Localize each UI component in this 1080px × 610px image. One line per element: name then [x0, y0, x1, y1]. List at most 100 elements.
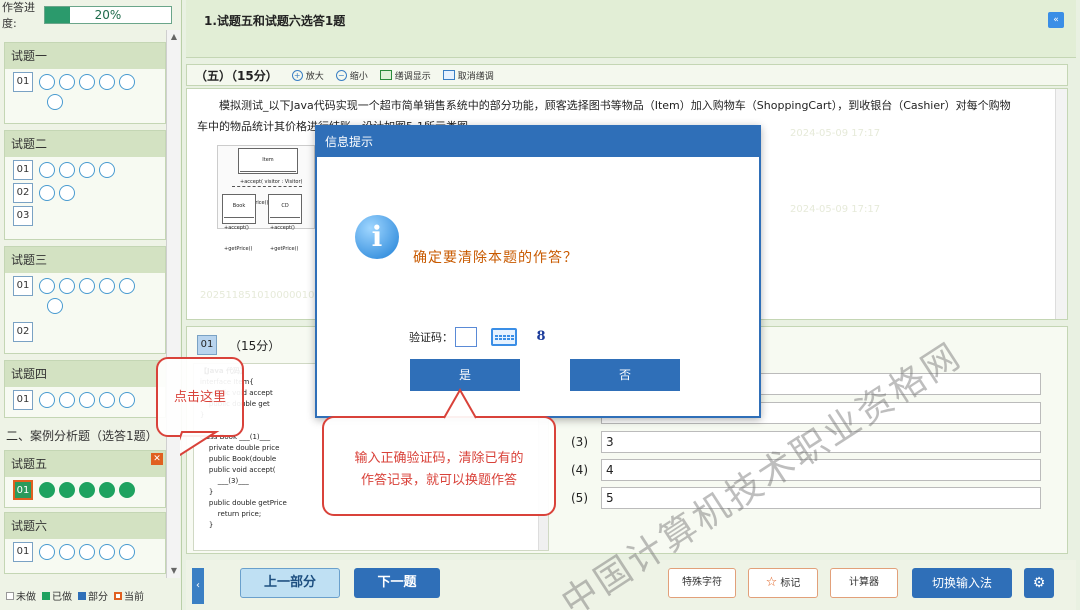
answer-slot[interactable]	[47, 94, 63, 110]
captcha-row: 验证码： 8	[409, 327, 551, 347]
answer-slot[interactable]	[39, 278, 55, 294]
expand-sidebar-icon[interactable]: ‹	[192, 568, 204, 604]
progress-bar: 20%	[44, 6, 172, 24]
section-title: 试题四	[5, 361, 165, 387]
answer-slot[interactable]	[59, 278, 75, 294]
question-number-button[interactable]: 01	[13, 542, 33, 562]
mark-button[interactable]: ☆ 标记	[748, 568, 818, 598]
answer-slot[interactable]	[79, 162, 95, 178]
uml-cd-box: CD +accept() +getPrice()	[268, 194, 302, 252]
answer-slot[interactable]	[59, 185, 75, 201]
callout-click-here: 点击这里	[156, 357, 244, 437]
legend-undone: 未做	[16, 592, 36, 603]
answer-slot[interactable]	[99, 162, 115, 178]
answer-slot[interactable]	[79, 278, 95, 294]
answer-slot[interactable]	[99, 544, 115, 560]
info-icon: i	[355, 215, 399, 259]
answer-slot[interactable]	[99, 74, 115, 90]
answer-slot-done[interactable]	[59, 482, 75, 498]
scroll-down-icon[interactable]: ▼	[167, 564, 181, 578]
passage-scrollbar[interactable]	[1055, 89, 1067, 319]
captcha-input[interactable]	[455, 327, 477, 347]
section-title: 试题一	[5, 43, 165, 69]
answer-slot[interactable]	[119, 392, 135, 408]
confirm-no-button[interactable]: 否	[570, 359, 680, 391]
answer-slot[interactable]	[59, 162, 75, 178]
sidebar-scrollbar[interactable]: ▲ ▼	[166, 30, 180, 578]
answer-slot-done[interactable]	[99, 482, 115, 498]
highlight-button[interactable]: 缮调显示	[379, 69, 431, 82]
answer-slot[interactable]	[39, 544, 55, 560]
highlight-label: 缮调显示	[394, 71, 431, 82]
special-chars-button[interactable]: 特殊字符	[668, 568, 736, 598]
question-row: 01	[5, 69, 165, 112]
question-number-button-current[interactable]: 01	[13, 480, 33, 500]
section-title: 试题六	[5, 513, 165, 539]
answer-slot-done[interactable]	[79, 482, 95, 498]
answer-slot[interactable]	[99, 392, 115, 408]
answer-slot[interactable]	[99, 278, 115, 294]
prev-section-button[interactable]: 上一部分	[240, 568, 340, 598]
question-number-button[interactable]: 01	[13, 160, 33, 180]
callout-hint-line1: 输入正确验证码，清除已有的	[354, 451, 524, 466]
answer-slot[interactable]	[59, 74, 75, 90]
uml-book-name: Book	[224, 196, 254, 218]
zoom-out-button[interactable]: − 缩小	[335, 69, 368, 82]
section-title-text: 试题五	[11, 457, 48, 471]
answer-number[interactable]: 01	[197, 335, 217, 355]
dialog-message: 确定要清除本题的作答？	[413, 250, 578, 266]
question-number-button[interactable]: 01	[13, 72, 33, 92]
section-title: 试题三	[5, 247, 165, 273]
answer-slot[interactable]	[79, 74, 95, 90]
answer-slot[interactable]	[47, 298, 63, 314]
answer-slot[interactable]	[59, 392, 75, 408]
settings-gear-icon[interactable]: ⚙	[1024, 568, 1054, 598]
next-question-button[interactable]: 下一题	[354, 568, 440, 598]
scroll-up-icon[interactable]: ▲	[167, 30, 181, 44]
confirm-yes-button[interactable]: 是	[410, 359, 520, 391]
legend-done-swatch	[42, 591, 50, 600]
question-number-button[interactable]: 01	[13, 276, 33, 296]
code-line: }	[200, 521, 214, 529]
question-title-bar: 1.试题五和试题六选答1题 «	[186, 0, 1076, 58]
question-number-button[interactable]: 01	[13, 390, 33, 410]
cancel-highlight-icon	[442, 70, 455, 80]
collapse-icon[interactable]: «	[1048, 12, 1064, 28]
answer-slot[interactable]	[39, 162, 55, 178]
zoom-out-label: 缩小	[349, 71, 368, 82]
captcha-image[interactable]: 8	[531, 328, 551, 346]
keyboard-icon[interactable]	[491, 328, 517, 346]
question-row: 01	[5, 273, 165, 316]
answer-slot[interactable]	[39, 185, 55, 201]
left-navigation-panel: 作答进度: 20% 试题一 01 试题二 01 02 03 试题三 01 02 …	[0, 0, 182, 610]
question-number-button[interactable]: 02	[13, 183, 33, 203]
answer-slot[interactable]	[119, 74, 135, 90]
bg-watermark: 202511851010000010	[200, 290, 315, 301]
uml-cd-ops: +accept() +getPrice()	[270, 225, 299, 252]
answer-slot[interactable]	[59, 544, 75, 560]
cancel-highlight-button[interactable]: 取消缮调	[442, 69, 494, 82]
answer-slot[interactable]	[79, 544, 95, 560]
question-row: 01	[5, 387, 165, 410]
answer-slot[interactable]	[39, 392, 55, 408]
highlight-icon	[379, 70, 392, 80]
answer-slot[interactable]	[119, 544, 135, 560]
answer-slot[interactable]	[79, 392, 95, 408]
answer-slot-done[interactable]	[119, 482, 135, 498]
status-legend: 未做 已做 部分 当前	[6, 588, 144, 603]
section-q6: 试题六 01	[4, 512, 166, 574]
calculator-button[interactable]: 计算器	[830, 568, 898, 598]
clear-answer-icon[interactable]: ✕	[151, 453, 163, 465]
question-number-button[interactable]: 03	[13, 206, 33, 226]
legend-current: 当前	[124, 592, 144, 603]
answer-slot[interactable]	[119, 278, 135, 294]
question-number-button[interactable]: 02	[13, 322, 33, 342]
answer-slot-done[interactable]	[39, 482, 55, 498]
switch-ime-button[interactable]: 切换输入法	[912, 568, 1012, 598]
zoom-in-button[interactable]: + 放大	[291, 69, 324, 82]
progress-text: 20%	[94, 8, 122, 22]
cancel-highlight-label: 取消缮调	[457, 71, 494, 82]
group-title: 二、案例分析题（选答1题）	[6, 429, 158, 443]
answer-slot[interactable]	[39, 74, 55, 90]
star-icon: ☆	[765, 575, 778, 590]
